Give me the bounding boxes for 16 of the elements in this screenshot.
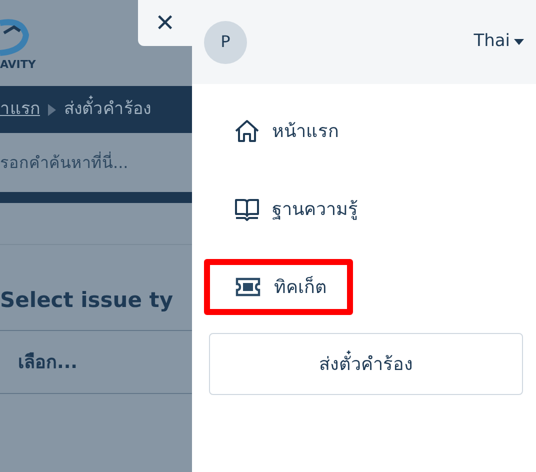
home-icon xyxy=(234,119,260,143)
user-avatar[interactable]: P xyxy=(204,20,247,64)
caret-icon xyxy=(514,39,524,45)
ticket-icon xyxy=(234,277,262,297)
chevron-icon xyxy=(48,104,56,116)
nav-item[interactable]: ฐานความรู้ xyxy=(204,181,384,237)
nav-item[interactable]: ทิคเก็ต xyxy=(204,259,353,315)
search-field[interactable]: รอกคำค้นหาที่นี่... xyxy=(0,133,192,192)
language-dropdown[interactable]: Thai xyxy=(474,29,524,55)
submit-ticket-button[interactable]: ส่งตั๋วคำร้อง xyxy=(209,333,523,395)
breadcrumb-link[interactable]: าแรก xyxy=(0,96,40,122)
nav-item[interactable]: หน้าแรก xyxy=(204,103,365,159)
section-heading: Select issue ty xyxy=(0,286,174,314)
logo-text: AVITY xyxy=(0,58,36,70)
logo-icon xyxy=(0,16,30,56)
book-icon xyxy=(234,197,260,221)
